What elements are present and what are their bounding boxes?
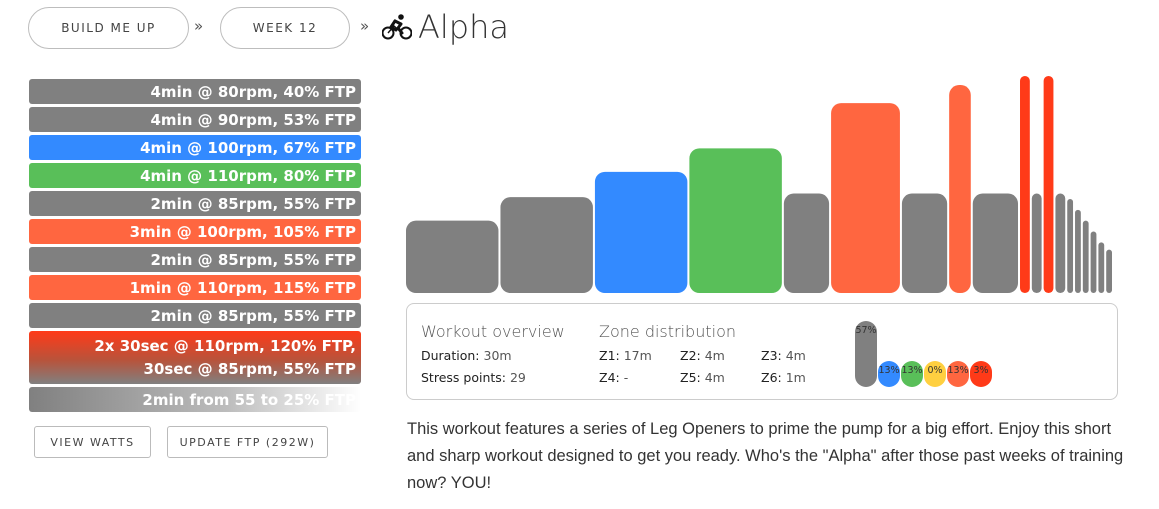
zone-item: Z4: -: [599, 370, 629, 385]
workout-overview-panel: Workout overview Duration: 30m Stress po…: [406, 303, 1118, 400]
chart-bar: [1043, 76, 1054, 293]
zone-item: Z1: 17m: [599, 348, 652, 363]
chart-bar: [500, 197, 593, 293]
stress-row: Stress points: 29: [421, 370, 526, 385]
duration-value: 30m: [483, 348, 512, 363]
chart-bar: [901, 193, 948, 293]
duration-row: Duration: 30m: [421, 348, 512, 363]
chart-bar: [1082, 220, 1089, 293]
chart-bar: [1075, 209, 1081, 293]
zone-item: Z6: 1m: [761, 370, 806, 385]
zone-bar-label: 13%: [947, 365, 969, 376]
chart-bar: [1090, 231, 1097, 293]
breadcrumb-separator: »: [360, 17, 370, 35]
zone-item: Z2: 4m: [680, 348, 725, 363]
build-me-up-button[interactable]: BUILD ME UP: [28, 7, 189, 49]
workout-steps: 4min @ 80rpm, 40% FTP 4min @ 90rpm, 53% F…: [29, 79, 361, 415]
zone-bar-label: 57%: [855, 325, 877, 336]
zone-item: Z3: 4m: [761, 348, 806, 363]
week-12-button[interactable]: WEEK 12: [220, 7, 350, 49]
zone-bar-label: 0%: [927, 365, 943, 376]
cyclist-icon: [382, 14, 412, 40]
chart-bar: [1020, 76, 1030, 293]
view-watts-button[interactable]: VIEW WATTS: [34, 426, 151, 458]
overview-heading: Workout overview: [421, 322, 565, 341]
stress-value: 29: [509, 370, 526, 385]
cooldown-step: 2min from 55 to 25% FTP: [29, 387, 361, 412]
workout-step: 2min @ 85rpm, 55% FTP: [29, 247, 361, 272]
zone-distribution-chart: 57% 13% 13% 0% 13% 3%: [855, 304, 995, 401]
zone-heading: Zone distribution: [599, 322, 736, 341]
workout-title: Alpha: [418, 8, 509, 46]
workout-step: 4min @ 80rpm, 40% FTP: [29, 79, 361, 104]
workout-step: 2min @ 85rpm, 55% FTP: [29, 303, 361, 328]
workout-step: 2min @ 85rpm, 55% FTP: [29, 191, 361, 216]
chart-bar: [1098, 242, 1105, 293]
workout-profile-chart: [406, 76, 1112, 294]
interval-step: 2x 30sec @ 110rpm, 120% FTP, 30sec @ 85rp…: [29, 331, 361, 384]
stress-label: Stress points:: [421, 370, 506, 385]
workout-title-block: Alpha: [382, 8, 509, 46]
zone-bar-label: 13%: [878, 365, 900, 376]
duration-label: Duration:: [421, 348, 480, 363]
update-ftp-button[interactable]: UPDATE FTP (292W): [167, 426, 328, 458]
chart-bar: [949, 85, 971, 294]
workout-step: 3min @ 100rpm, 105% FTP: [29, 219, 361, 244]
workout-step: 4min @ 110rpm, 80% FTP: [29, 163, 361, 188]
workout-step: 1min @ 110rpm, 115% FTP: [29, 275, 361, 300]
chart-bar: [972, 193, 1019, 293]
zone-bar-label: 3%: [973, 365, 989, 376]
workout-step: 4min @ 90rpm, 53% FTP: [29, 107, 361, 132]
breadcrumb-separator: »: [194, 17, 204, 35]
chart-bar: [406, 220, 499, 293]
chart-bar: [1031, 193, 1042, 293]
chart-bar: [783, 193, 830, 293]
chart-bar: [1106, 249, 1112, 293]
chart-bar: [1067, 198, 1074, 293]
zone-bar-label: 13%: [901, 365, 923, 376]
chart-bar: [1055, 193, 1066, 293]
workout-description: This workout features a series of Leg Op…: [407, 420, 1124, 492]
interval-step-line: 2x 30sec @ 110rpm, 120% FTP,: [94, 336, 356, 355]
workout-step: 4min @ 100rpm, 67% FTP: [29, 135, 361, 160]
interval-step-line: 30sec @ 85rpm, 55% FTP: [143, 360, 356, 379]
chart-bar: [594, 171, 688, 293]
chart-bar: [689, 148, 782, 293]
zone-item: Z5: 4m: [680, 370, 725, 385]
chart-bar: [831, 103, 900, 293]
